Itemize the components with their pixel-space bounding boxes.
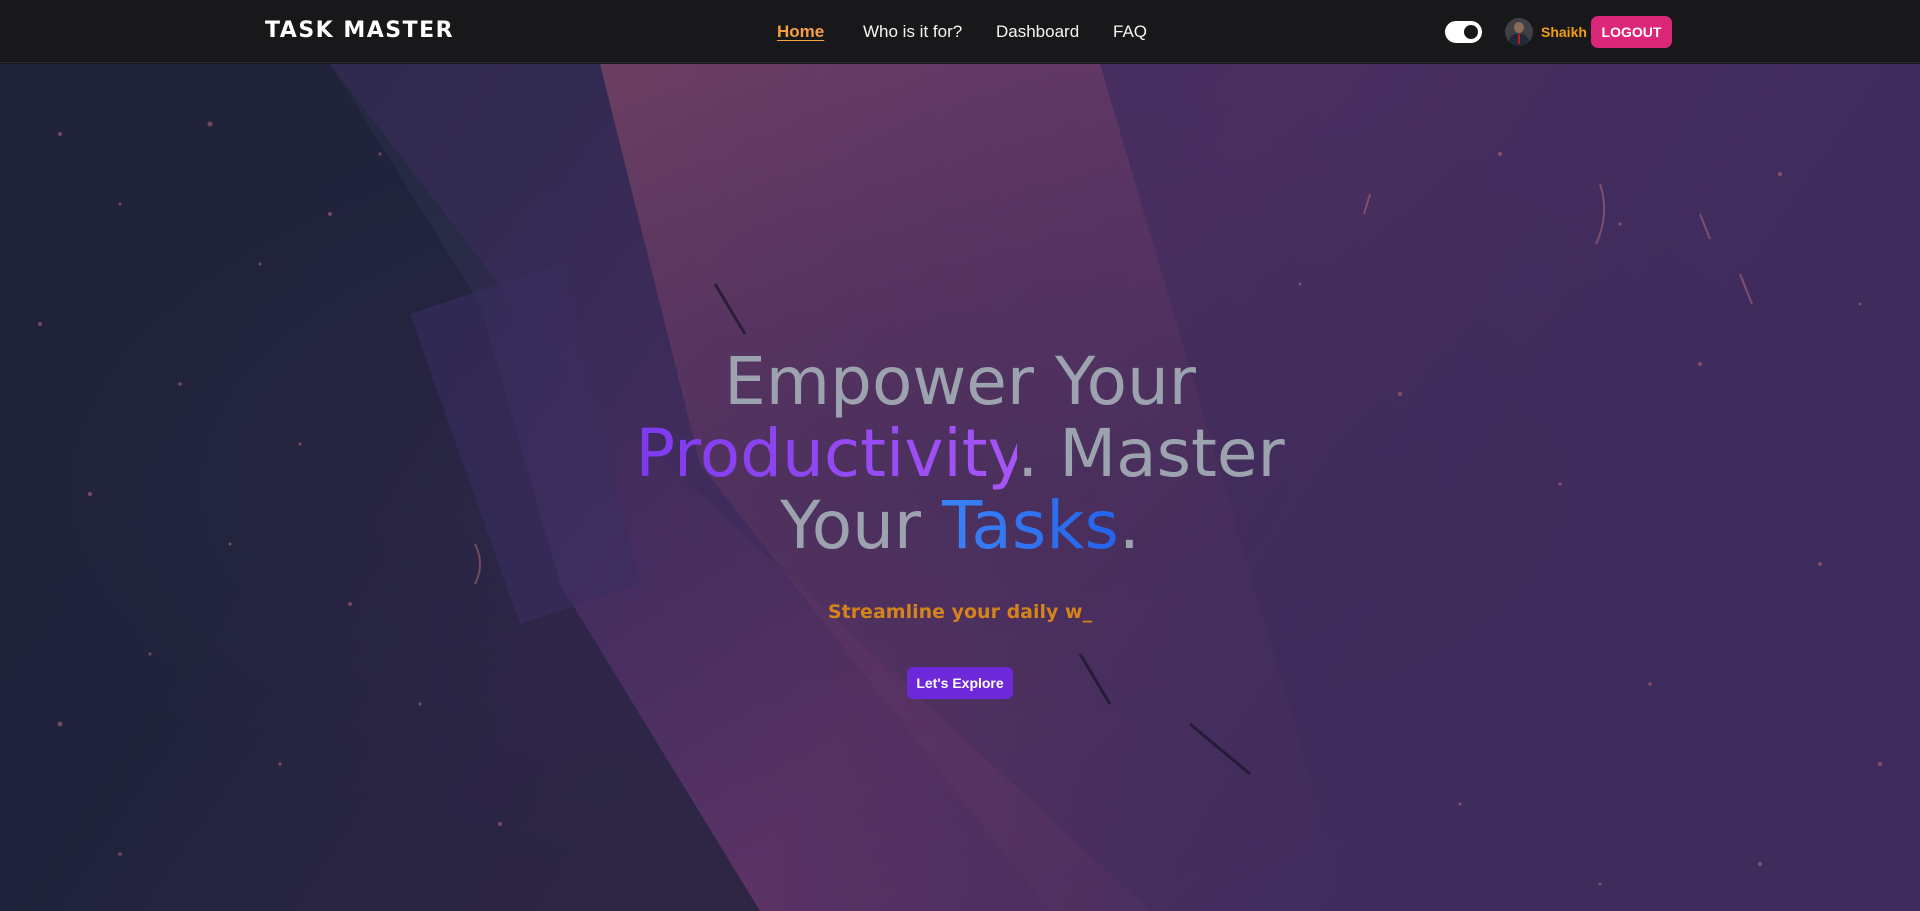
- lets-explore-button[interactable]: Let's Explore: [907, 667, 1013, 699]
- headline-your: Your: [780, 487, 943, 564]
- nav-link-dashboard[interactable]: Dashboard: [996, 22, 1079, 42]
- headline-line-2: Productivity. Master: [560, 418, 1360, 490]
- avatar-tie: [1518, 34, 1520, 44]
- headline-master: . Master: [1017, 415, 1285, 492]
- avatar-head: [1514, 22, 1524, 33]
- theme-toggle[interactable]: [1445, 21, 1482, 43]
- avatar[interactable]: [1505, 18, 1533, 46]
- headline-line-3: Your Tasks.: [560, 490, 1360, 562]
- toggle-switch-icon: [1464, 25, 1478, 39]
- headline-period: .: [1118, 487, 1140, 564]
- hero-section: Empower Your Productivity. Master Your T…: [0, 64, 1920, 911]
- nav-link-faq[interactable]: FAQ: [1113, 22, 1147, 42]
- hero-typewriter-subline: Streamline your daily w_: [827, 601, 1093, 623]
- nav-link-home[interactable]: Home: [777, 22, 824, 42]
- logout-button[interactable]: LOGOUT: [1591, 16, 1672, 48]
- hero-headline: Empower Your Productivity. Master Your T…: [560, 346, 1360, 562]
- headline-productivity: Productivity: [635, 415, 1018, 492]
- headline-tasks: Tasks: [942, 487, 1119, 564]
- top-navbar: TASK MASTER Home Who is it for? Dashboar…: [0, 0, 1920, 63]
- username: Shaikh: [1541, 24, 1587, 40]
- nav-link-who-is-it-for[interactable]: Who is it for?: [863, 22, 962, 42]
- headline-line-1: Empower Your: [724, 343, 1196, 420]
